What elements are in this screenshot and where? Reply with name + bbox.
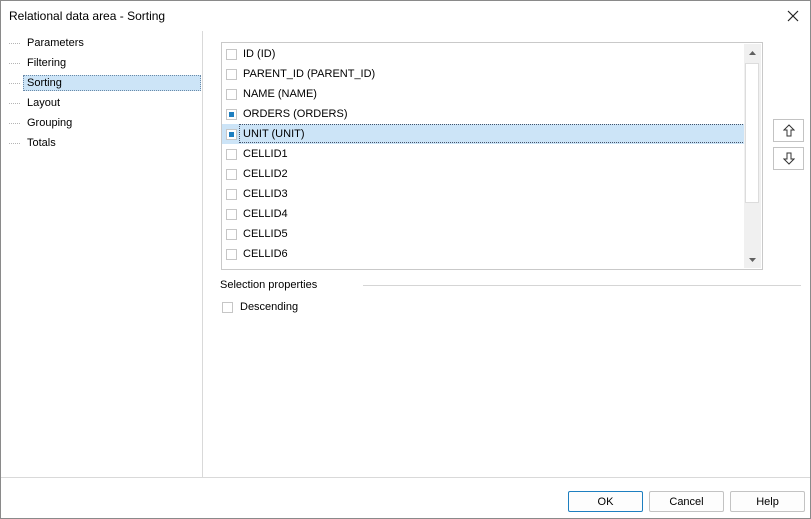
field-checkbox[interactable] bbox=[226, 169, 237, 180]
descending-label[interactable]: Descending bbox=[240, 301, 298, 313]
nav-item-label: Sorting bbox=[23, 75, 201, 91]
close-icon bbox=[787, 10, 799, 22]
list-item[interactable]: CELLID2 bbox=[222, 164, 745, 184]
nav-item-grouping[interactable]: Grouping bbox=[9, 114, 201, 132]
dialog-window: Relational data area - Sorting Parameter… bbox=[0, 0, 811, 519]
field-label: NAME (NAME) bbox=[243, 88, 317, 100]
nav-item-label: Grouping bbox=[27, 117, 73, 129]
scroll-down-arrow-icon bbox=[749, 257, 756, 262]
dialog-title: Relational data area - Sorting bbox=[9, 9, 166, 23]
tree-connector bbox=[9, 82, 20, 84]
title-bar: Relational data area - Sorting bbox=[1, 1, 810, 31]
focus-rectangle bbox=[239, 124, 745, 143]
list-item[interactable]: CELLID3 bbox=[222, 184, 745, 204]
field-checkbox[interactable] bbox=[226, 189, 237, 200]
field-label: CELLID3 bbox=[243, 188, 288, 200]
tree-connector bbox=[9, 122, 20, 124]
nav-item-sorting[interactable]: Sorting bbox=[9, 74, 201, 92]
nav-item-totals[interactable]: Totals bbox=[9, 134, 201, 152]
dialog-footer: OK Cancel Help bbox=[1, 477, 810, 518]
arrow-down-icon bbox=[782, 152, 795, 165]
field-label: ID (ID) bbox=[243, 48, 276, 60]
list-item-selected[interactable]: UNIT (UNIT) bbox=[222, 124, 745, 144]
nav-item-parameters[interactable]: Parameters bbox=[9, 34, 201, 52]
field-label: ORDERS (ORDERS) bbox=[243, 108, 348, 120]
field-label: CELLID5 bbox=[243, 228, 288, 240]
list-item[interactable]: PARENT_ID (PARENT_ID) bbox=[222, 64, 745, 84]
field-label: CELLID1 bbox=[243, 148, 288, 160]
help-button[interactable]: Help bbox=[730, 491, 805, 512]
section-divider bbox=[363, 285, 801, 286]
sort-fields-list[interactable]: ID (ID) PARENT_ID (PARENT_ID) NAME (NAME… bbox=[221, 42, 763, 270]
list-item[interactable]: ID (ID) bbox=[222, 44, 745, 64]
field-label: UNIT (UNIT) bbox=[243, 128, 305, 140]
field-checkbox[interactable] bbox=[226, 269, 237, 270]
selection-properties-heading: Selection properties bbox=[220, 279, 318, 291]
field-checkbox[interactable] bbox=[226, 149, 237, 160]
nav-item-label: Totals bbox=[27, 137, 56, 149]
nav-item-label: Layout bbox=[27, 97, 61, 109]
nav-tree: Parameters Filtering Sorting Layout Grou… bbox=[1, 31, 203, 477]
nav-item-label: Parameters bbox=[27, 37, 84, 49]
scroll-down-button[interactable] bbox=[744, 251, 761, 268]
tree-connector bbox=[9, 102, 20, 104]
tree-connector bbox=[9, 62, 20, 64]
nav-item-label: Filtering bbox=[27, 57, 67, 69]
field-checkbox[interactable] bbox=[226, 49, 237, 60]
field-checkbox[interactable] bbox=[226, 129, 237, 140]
nav-item-layout[interactable]: Layout bbox=[9, 94, 201, 112]
field-label: CELLID2 bbox=[243, 168, 288, 180]
field-checkbox[interactable] bbox=[226, 249, 237, 260]
list-item[interactable]: ORDERS (ORDERS) bbox=[222, 104, 745, 124]
scroll-up-arrow-icon bbox=[749, 50, 756, 55]
scroll-thumb[interactable] bbox=[745, 63, 759, 203]
descending-checkbox[interactable] bbox=[222, 302, 233, 313]
field-checkbox[interactable] bbox=[226, 209, 237, 220]
move-down-button[interactable] bbox=[773, 147, 804, 170]
close-button[interactable] bbox=[782, 5, 804, 27]
cancel-button[interactable]: Cancel bbox=[649, 491, 724, 512]
tree-connector bbox=[9, 42, 20, 44]
field-checkbox[interactable] bbox=[226, 69, 237, 80]
list-item[interactable]: NAME (NAME) bbox=[222, 84, 745, 104]
field-label: CELLID4 bbox=[243, 208, 288, 220]
list-item-partial[interactable] bbox=[222, 264, 745, 270]
field-label: PARENT_ID (PARENT_ID) bbox=[243, 68, 376, 80]
vertical-scrollbar[interactable] bbox=[744, 44, 761, 268]
field-checkbox[interactable] bbox=[226, 109, 237, 120]
ok-button[interactable]: OK bbox=[568, 491, 643, 512]
list-item[interactable]: CELLID6 bbox=[222, 244, 745, 264]
arrow-up-icon bbox=[782, 124, 795, 137]
tree-connector bbox=[9, 142, 20, 144]
list-item[interactable]: CELLID4 bbox=[222, 204, 745, 224]
field-label: CELLID6 bbox=[243, 248, 288, 260]
field-checkbox[interactable] bbox=[226, 89, 237, 100]
move-up-button[interactable] bbox=[773, 119, 804, 142]
list-item[interactable]: CELLID5 bbox=[222, 224, 745, 244]
field-checkbox[interactable] bbox=[226, 229, 237, 240]
scroll-up-button[interactable] bbox=[744, 44, 761, 61]
nav-item-filtering[interactable]: Filtering bbox=[9, 54, 201, 72]
list-item[interactable]: CELLID1 bbox=[222, 144, 745, 164]
